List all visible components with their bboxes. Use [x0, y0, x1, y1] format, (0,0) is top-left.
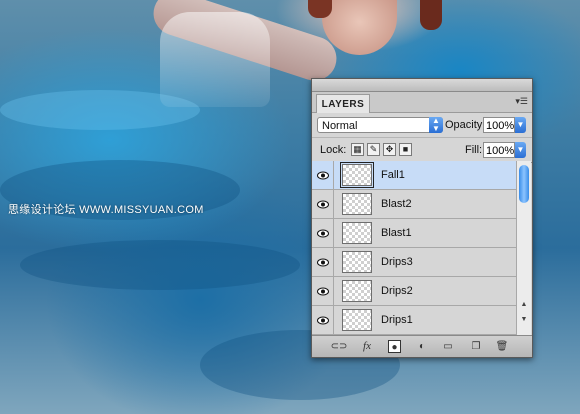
panel-bottom-bar: ⊂⊃ fx ● ◐ ▭ ❐ 🗑: [312, 335, 532, 357]
new-layer-icon[interactable]: ❐: [468, 340, 484, 353]
blend-mode-value: Normal: [322, 120, 358, 132]
water-splash: [160, 12, 270, 107]
layer-row-fall1[interactable]: Fall1: [312, 161, 516, 190]
scroll-thumb[interactable]: [519, 165, 529, 203]
blend-mode-select[interactable]: Normal ▲ ▼: [317, 117, 443, 133]
layer-thumbnail: [342, 309, 372, 331]
panel-tab-row: LAYERS ▾☰: [312, 92, 532, 113]
panel-titlebar[interactable]: [312, 79, 532, 92]
lock-position-icon[interactable]: ✥: [383, 143, 396, 156]
layer-row-drips2[interactable]: Drips2: [312, 277, 516, 306]
lock-transparent-icon[interactable]: ▦: [351, 143, 364, 156]
watermark-text: 思缘设计论坛 WWW.MISSYUAN.COM: [8, 204, 204, 216]
layer-thumbnail: [342, 222, 372, 244]
layers-panel: LAYERS ▾☰ Normal ▲ ▼ Opacity: 100% ▼ Lock…: [311, 78, 533, 358]
fx-icon[interactable]: fx: [358, 340, 376, 353]
layer-thumbnail: [342, 193, 372, 215]
fabric-fold: [20, 240, 300, 290]
add-mask-icon[interactable]: ●: [388, 340, 401, 353]
scroll-down-icon[interactable]: ▼: [519, 316, 529, 323]
eye-icon[interactable]: [312, 248, 334, 276]
lock-row: Lock: ▦ ✎ ✥ ■ Fill: 100% ▼: [312, 137, 532, 163]
trash-icon[interactable]: 🗑: [494, 340, 510, 353]
panel-menu-icon[interactable]: ▾☰: [515, 96, 528, 107]
eye-icon[interactable]: [312, 190, 334, 218]
layer-name: Drips2: [381, 285, 413, 297]
adjustment-layer-icon[interactable]: ◐: [414, 340, 430, 353]
layer-thumbnail: [342, 280, 372, 302]
layer-row-drips3[interactable]: Drips3: [312, 248, 516, 277]
eye-icon[interactable]: [312, 277, 334, 305]
layer-row-drips1[interactable]: Drips1: [312, 306, 516, 335]
layer-name: Blast2: [381, 198, 412, 210]
layer-thumbnail: [340, 162, 374, 188]
hair: [420, 0, 442, 30]
layer-row-blast2[interactable]: Blast2: [312, 190, 516, 219]
link-layers-icon[interactable]: ⊂⊃: [330, 340, 348, 353]
blend-row: Normal ▲ ▼ Opacity: 100% ▼: [312, 113, 532, 137]
lock-all-icon[interactable]: ■: [399, 143, 412, 156]
select-arrows-icon: ▲ ▼: [429, 117, 443, 133]
eye-icon[interactable]: [312, 161, 334, 189]
lock-pixels-icon[interactable]: ✎: [367, 143, 380, 156]
layer-name: Fall1: [381, 169, 405, 181]
lock-label: Lock:: [320, 144, 347, 156]
scroll-up-icon[interactable]: ▲: [519, 301, 529, 308]
opacity-dropdown-icon[interactable]: ▼: [515, 117, 526, 133]
layer-name: Blast1: [381, 227, 412, 239]
opacity-field[interactable]: 100%: [483, 117, 515, 133]
layer-list: Fall1 Blast2 Blast1 Drips3 Drips2 Drips1: [312, 161, 516, 335]
fill-dropdown-icon[interactable]: ▼: [515, 142, 526, 158]
layer-name: Drips3: [381, 256, 413, 268]
layer-thumbnail: [342, 251, 372, 273]
opacity-label: Opacity:: [445, 119, 486, 131]
eye-icon[interactable]: [312, 219, 334, 247]
new-group-icon[interactable]: ▭: [440, 340, 456, 353]
tab-layers[interactable]: LAYERS: [316, 94, 370, 113]
fill-field[interactable]: 100%: [483, 142, 515, 158]
layer-scrollbar[interactable]: ▲ ▼: [516, 161, 531, 335]
layer-name: Drips1: [381, 314, 413, 326]
fill-label: Fill:: [465, 144, 483, 156]
layer-row-blast1[interactable]: Blast1: [312, 219, 516, 248]
eye-icon[interactable]: [312, 306, 334, 334]
hair: [308, 0, 332, 18]
